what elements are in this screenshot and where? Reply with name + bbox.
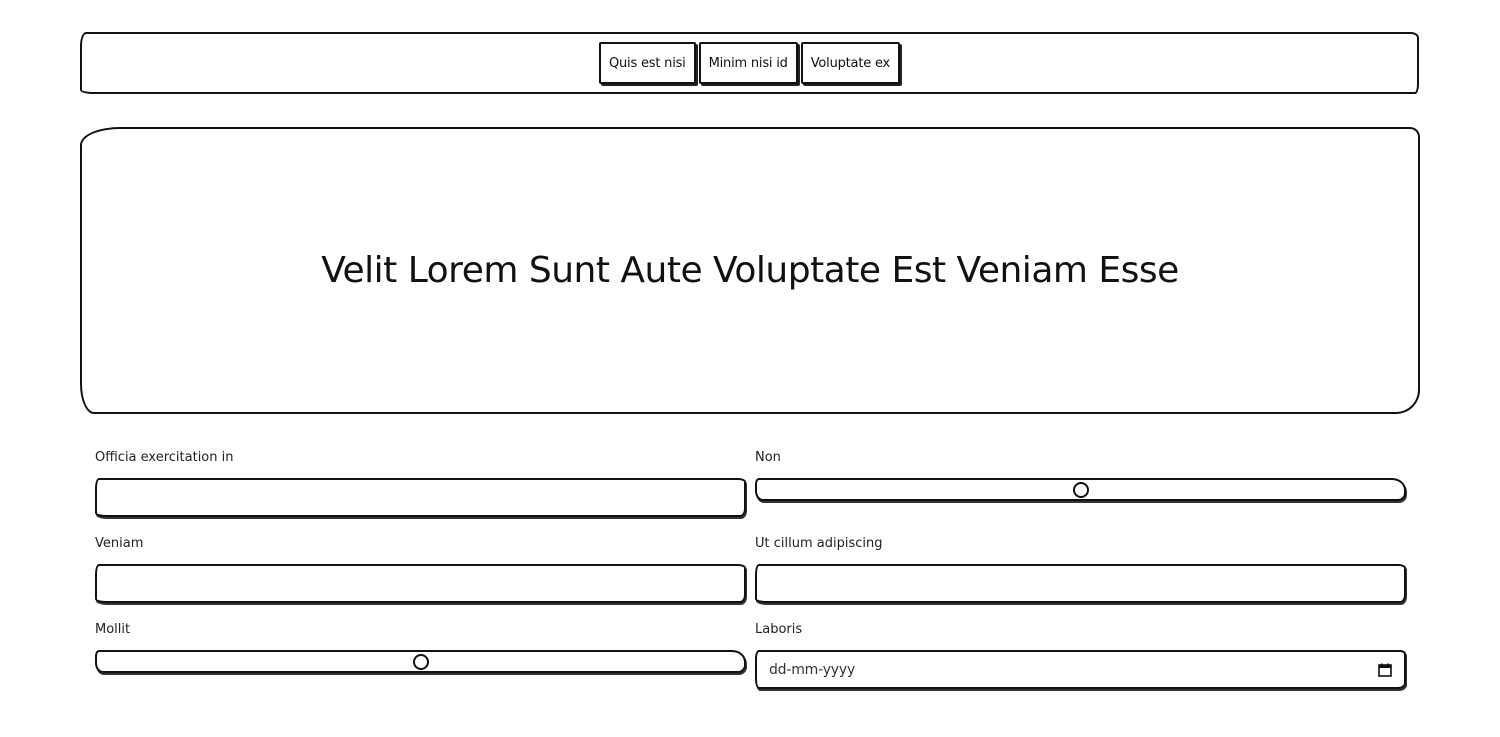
- hero-banner: Velit Lorem Sunt Aute Voluptate Est Veni…: [80, 127, 1420, 414]
- date-placeholder: dd-mm-yyyy: [769, 661, 856, 678]
- slider-thumb[interactable]: [412, 654, 429, 670]
- mollit-slider[interactable]: [95, 650, 746, 673]
- calendar-icon[interactable]: [1378, 663, 1392, 677]
- slider-thumb[interactable]: [1072, 482, 1089, 498]
- field-label: Non: [755, 450, 781, 465]
- field-non: Non: [755, 448, 1406, 501]
- field-label: Officia exercitation in: [95, 450, 234, 465]
- officia-exercitation-in-input[interactable]: [95, 478, 746, 517]
- top-nav-bar: Quis est nisi Minim nisi id Voluptate ex: [80, 32, 1419, 94]
- nav-item-voluptate-ex[interactable]: Voluptate ex: [800, 42, 901, 84]
- veniam-input[interactable]: [95, 564, 746, 603]
- non-slider[interactable]: [755, 478, 1406, 501]
- nav-item-minim-nisi-id[interactable]: Minim nisi id: [698, 42, 798, 84]
- hero-title: Velit Lorem Sunt Aute Voluptate Est Veni…: [321, 250, 1179, 291]
- field-veniam: Veniam: [95, 534, 746, 603]
- field-ut-cillum-adipiscing: Ut cillum adipiscing: [755, 534, 1406, 603]
- nav-list: Quis est nisi Minim nisi id Voluptate ex: [598, 42, 901, 84]
- field-officia-exercitation-in: Officia exercitation in: [95, 448, 746, 517]
- laboris-date-input[interactable]: dd-mm-yyyy: [755, 650, 1406, 689]
- nav-item-quis-est-nisi[interactable]: Quis est nisi: [598, 42, 696, 84]
- field-label: Ut cillum adipiscing: [755, 536, 883, 551]
- field-laboris: Laboris dd-mm-yyyy: [755, 620, 1406, 689]
- field-label: Veniam: [95, 536, 144, 551]
- field-label: Mollit: [95, 622, 131, 637]
- field-mollit: Mollit: [95, 620, 746, 673]
- ut-cillum-adipiscing-input[interactable]: [755, 564, 1406, 603]
- page: Quis est nisi Minim nisi id Voluptate ex…: [0, 0, 1500, 737]
- field-label: Laboris: [755, 622, 803, 637]
